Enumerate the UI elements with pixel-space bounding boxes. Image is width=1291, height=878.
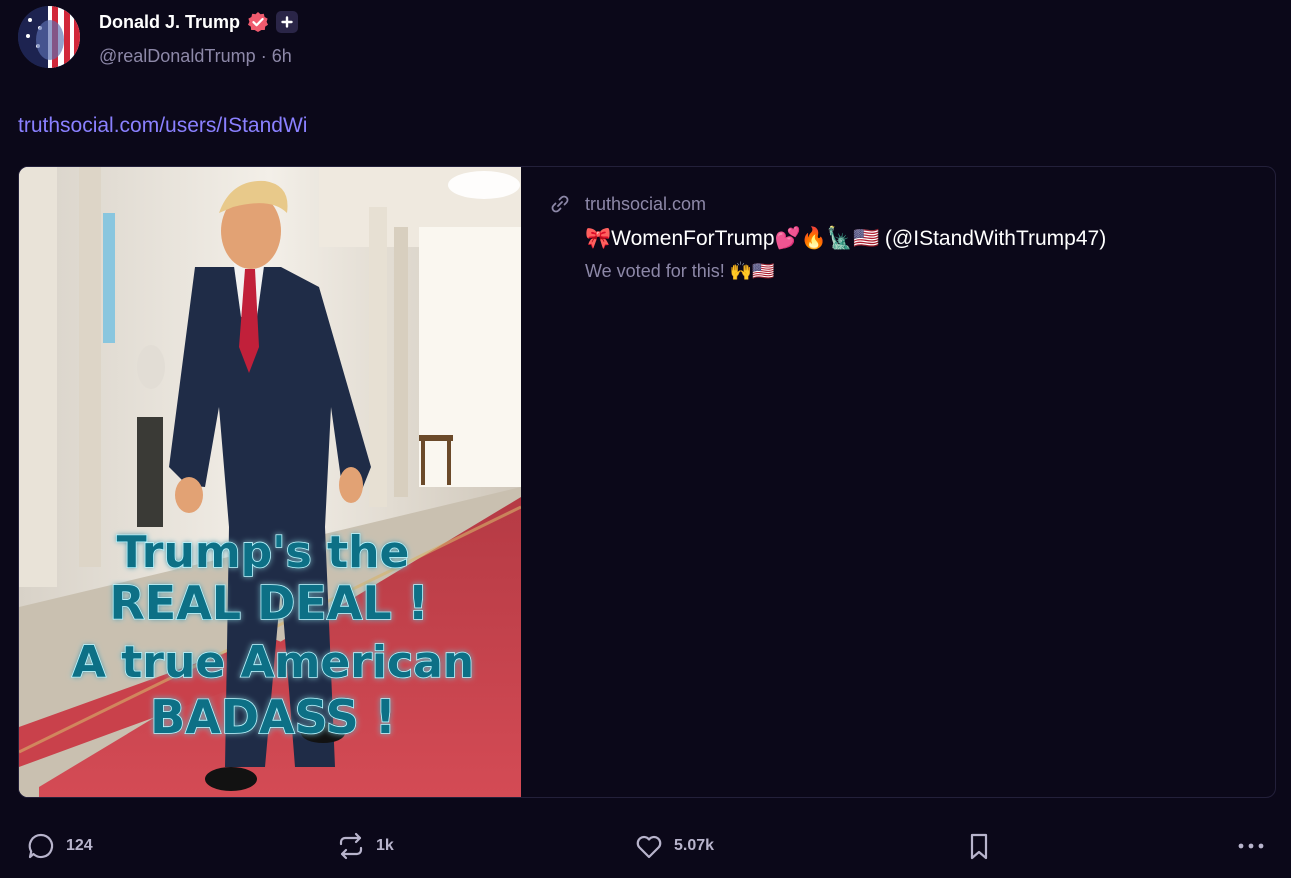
retruth-button[interactable]: 1k <box>336 826 394 866</box>
author-handle[interactable]: @realDonaldTrump <box>99 46 256 66</box>
card-body: truthsocial.com 🎀WomenForTrump💕🔥🗽🇺🇸 (@IS… <box>549 193 1255 282</box>
image-text-line3: A true American <box>72 637 474 688</box>
separator: · <box>260 46 267 66</box>
bookmark-icon <box>970 833 988 860</box>
ellipsis-icon <box>1238 843 1264 849</box>
post-link[interactable]: truthsocial.com/users/IStandWi <box>18 114 307 138</box>
bookmark-button[interactable] <box>964 826 994 866</box>
repost-icon <box>339 832 363 860</box>
reply-button[interactable]: 124 <box>26 826 93 866</box>
like-count: 5.07k <box>674 837 715 854</box>
card-domain: truthsocial.com <box>585 193 707 214</box>
action-bar: 124 1k 5.07k <box>0 826 1291 866</box>
avatar[interactable] <box>18 6 80 68</box>
post-header: Donald J. Trump @realDonaldTrump · 6h <box>18 6 299 68</box>
image-text-line2: REAL DEAL ! <box>109 576 428 630</box>
card-image[interactable]: Trump's the REAL DEAL ! A true American … <box>19 167 521 797</box>
card-title[interactable]: 🎀WomenForTrump💕🔥🗽🇺🇸 (@IStandWithTrump47) <box>585 227 1255 251</box>
post-time[interactable]: 6h <box>272 46 292 66</box>
retruth-count: 1k <box>376 837 394 854</box>
like-button[interactable]: 5.07k <box>634 826 714 866</box>
plus-icon <box>276 11 299 33</box>
more-options-button[interactable] <box>1236 826 1266 866</box>
comment-icon <box>28 833 54 859</box>
card-description: We voted for this! 🙌🇺🇸 <box>585 261 775 281</box>
verified-check-icon <box>247 11 269 33</box>
reply-count: 124 <box>66 837 93 854</box>
author-name[interactable]: Donald J. Trump <box>99 12 240 33</box>
image-text-line4: BADASS ! <box>150 690 396 744</box>
heart-icon <box>636 835 662 859</box>
link-preview-card[interactable]: Trump's the REAL DEAL ! A true American … <box>18 166 1276 798</box>
link-icon <box>551 195 569 213</box>
image-text-line1: Trump's the <box>117 527 410 578</box>
